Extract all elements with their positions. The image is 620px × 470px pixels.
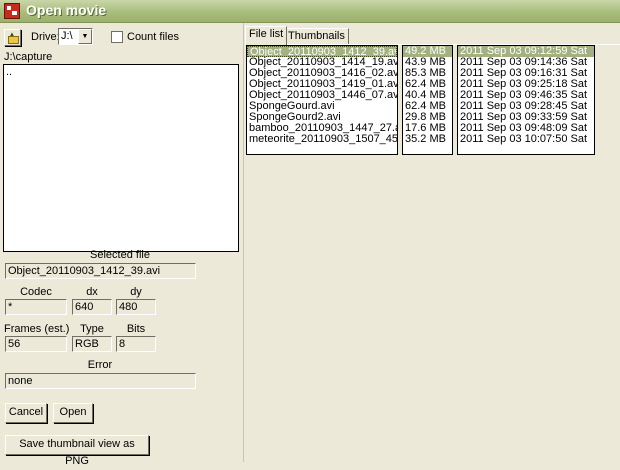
file-size-item[interactable]: 35.2 MB: [403, 134, 452, 145]
save-thumbnail-button[interactable]: Save thumbnail view as PNG: [5, 435, 149, 467]
current-path: J:\capture: [4, 51, 53, 63]
file-size-item[interactable]: 17.6 MB: [403, 123, 452, 134]
codec-field: *: [5, 299, 67, 315]
file-date-item[interactable]: 2011 Sep 03 09:25:18 Sat: [458, 79, 594, 90]
selected-file-name: Object_20110903_1412_39.avi: [5, 263, 196, 279]
file-name-item[interactable]: Object_20110903_1414_19.avi: [247, 57, 397, 68]
drive-label: Drive:: [31, 31, 60, 43]
right-panel: File list Thumbnails Object_20110903_141…: [243, 23, 620, 462]
file-name-item[interactable]: meteorite_20110903_1507_45.avi: [247, 134, 397, 145]
file-name-item[interactable]: Object_20110903_1419_01.avi: [247, 79, 397, 90]
drive-value: J:\: [61, 30, 73, 42]
file-date-item[interactable]: 2011 Sep 03 10:07:50 Sat: [458, 134, 594, 145]
cancel-button[interactable]: Cancel: [5, 403, 47, 423]
codec-label: Codec: [20, 286, 52, 298]
frames-field: 56: [5, 336, 67, 352]
type-label: Type: [80, 323, 104, 335]
bits-field: 8: [116, 336, 156, 352]
chevron-down-icon[interactable]: ▼: [78, 29, 92, 44]
file-date-item[interactable]: 2011 Sep 03 09:33:59 Sat: [458, 112, 594, 123]
open-button[interactable]: Open: [53, 403, 93, 423]
folder-icon: [8, 36, 19, 44]
tab-thumbnails[interactable]: Thumbnails: [284, 28, 349, 44]
folder-list[interactable]: ..: [3, 64, 239, 252]
dy-field: 480: [116, 299, 156, 315]
file-size-item[interactable]: 49.2 MB: [403, 46, 452, 57]
file-date-item[interactable]: 2011 Sep 03 09:12:59 Sat: [458, 46, 594, 57]
count-files-checkbox[interactable]: [111, 31, 123, 43]
file-size-item[interactable]: 43.9 MB: [403, 57, 452, 68]
window-title: Open movie: [26, 2, 107, 18]
folder-item-parent[interactable]: ..: [6, 66, 12, 78]
app-icon: [4, 3, 20, 19]
error-field: none: [5, 373, 196, 389]
file-date-item[interactable]: 2011 Sep 03 09:28:45 Sat: [458, 101, 594, 112]
file-size-list[interactable]: 49.2 MB 43.9 MB 85.3 MB 62.4 MB 40.4 MB 62.4 …: [402, 45, 453, 155]
file-name-item[interactable]: SpongeGourd.avi: [247, 101, 397, 112]
file-size-item[interactable]: 62.4 MB: [403, 101, 452, 112]
file-name-item[interactable]: Object_20110903_1446_07.avi: [247, 90, 397, 101]
file-name-list[interactable]: Object_20110903_1412_39.avi Object_201109…: [246, 45, 398, 155]
file-name-item[interactable]: bamboo_20110903_1447_27.avi: [247, 123, 397, 134]
file-name-item[interactable]: Object_20110903_1416_02.avi: [247, 68, 397, 79]
frames-label: Frames (est.): [4, 323, 70, 335]
file-size-item[interactable]: 85.3 MB: [403, 68, 452, 79]
file-date-item[interactable]: 2011 Sep 03 09:48:09 Sat: [458, 123, 594, 134]
tab-file-list[interactable]: File list: [245, 26, 288, 45]
left-panel: ▲ Drive: J:\ ▼ Count files J:\capture ..…: [0, 23, 243, 467]
file-date-item[interactable]: 2011 Sep 03 09:46:35 Sat: [458, 90, 594, 101]
bits-label: Bits: [126, 323, 146, 335]
file-name-item[interactable]: Object_20110903_1412_39.avi: [247, 46, 397, 57]
title-bar[interactable]: Open movie: [0, 0, 620, 23]
file-size-item[interactable]: 29.8 MB: [403, 112, 452, 123]
count-files-label[interactable]: Count files: [127, 31, 179, 43]
parent-folder-button[interactable]: ▲: [4, 29, 21, 46]
file-date-list[interactable]: 2011 Sep 03 09:12:59 Sat 2011 Sep 03 09:1…: [457, 45, 595, 155]
dx-field: 640: [72, 299, 112, 315]
type-field: RGB: [72, 336, 112, 352]
file-size-item[interactable]: 40.4 MB: [403, 90, 452, 101]
error-label: Error: [87, 359, 113, 371]
selected-file-heading: Selected file: [90, 249, 150, 261]
dy-label: dy: [130, 286, 142, 298]
dx-label: dx: [86, 286, 98, 298]
file-date-item[interactable]: 2011 Sep 03 09:16:31 Sat: [458, 68, 594, 79]
file-date-item[interactable]: 2011 Sep 03 09:14:36 Sat: [458, 57, 594, 68]
file-name-item[interactable]: SpongeGourd2.avi: [247, 112, 397, 123]
file-size-item[interactable]: 62.4 MB: [403, 79, 452, 90]
drive-select[interactable]: J:\ ▼: [58, 28, 93, 45]
